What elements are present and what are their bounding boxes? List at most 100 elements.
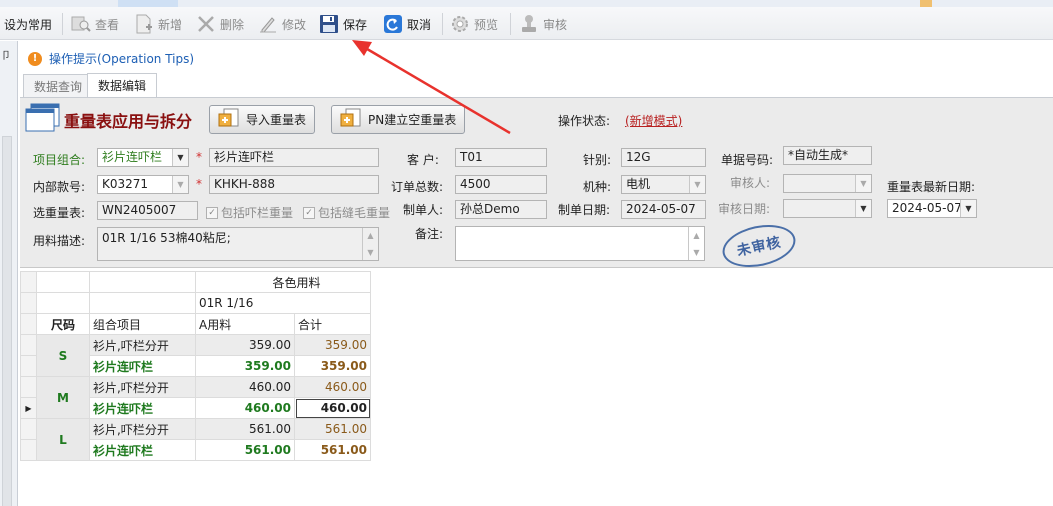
item-cell[interactable]: 衫片连吓栏	[89, 355, 196, 377]
maker-value: 孙总Demo	[460, 202, 520, 216]
item-cell[interactable]: 衫片,吓栏分开	[89, 334, 196, 356]
material-header: 01R 1/16	[195, 292, 371, 314]
grid-header-blank	[36, 292, 90, 314]
a-material-cell[interactable]: 359.00	[195, 355, 295, 377]
row-selector[interactable]	[20, 355, 37, 377]
machine-value: 电机	[626, 177, 651, 191]
a-material-cell[interactable]: 460.00	[195, 397, 295, 419]
view-icon	[70, 13, 92, 35]
pencil-icon	[257, 13, 279, 35]
group-header: 各色用料	[195, 271, 371, 293]
table-row[interactable]: S 衫片,吓栏分开 359.00 359.00	[20, 334, 371, 377]
active-window-tab[interactable]	[118, 0, 178, 7]
reviewer-label: 审核人:	[730, 176, 771, 190]
preview-button[interactable]: 预览	[449, 12, 498, 36]
internal-style-select[interactable]: K03271 ▼	[97, 175, 189, 194]
tab-data-edit[interactable]: 数据编辑	[87, 73, 158, 97]
total-cell[interactable]: 561.00	[294, 418, 371, 440]
chevron-down-icon[interactable]: ▼	[960, 200, 976, 217]
item-cell[interactable]: 衫片,吓栏分开	[89, 376, 196, 398]
row-selector[interactable]	[20, 334, 37, 356]
new-button[interactable]: 新增	[133, 12, 182, 36]
size-cell[interactable]: L	[36, 418, 90, 461]
include-seam-weight-checkbox[interactable]: ✓ 包括缝毛重量	[303, 204, 390, 221]
total-cell-focused[interactable]: 460.00	[294, 397, 371, 419]
status-value[interactable]: (新增模式)	[625, 112, 682, 129]
save-button[interactable]: 保存	[318, 12, 367, 36]
customer-field[interactable]: T01	[455, 148, 547, 167]
doc-no-field[interactable]: *自动生成*	[783, 146, 872, 165]
size-cell[interactable]: M	[36, 376, 90, 419]
a-material-cell[interactable]: 359.00	[195, 334, 295, 356]
undo-arrow-icon	[382, 13, 404, 35]
reviewer-select[interactable]: ▼	[783, 174, 872, 193]
needle-field[interactable]: 12G	[621, 148, 706, 167]
edit-button[interactable]: 修改	[257, 12, 306, 36]
row-selector[interactable]	[20, 439, 37, 461]
make-date-field[interactable]: 2024-05-07	[621, 200, 706, 219]
tab-data-query[interactable]: 数据查询	[23, 74, 94, 97]
combo-select[interactable]: 衫片连吓栏 ▼	[97, 148, 189, 167]
chevron-down-icon[interactable]: ▼	[172, 149, 188, 166]
needle-value: 12G	[626, 150, 651, 164]
total-cell[interactable]: 460.00	[294, 376, 371, 398]
internal-style-text-field[interactable]: KHKH-888	[209, 175, 379, 194]
select-weight-table-field[interactable]: WN2405007	[97, 201, 198, 220]
select-weight-table-value: WN2405007	[102, 203, 177, 217]
row-selector[interactable]	[20, 418, 37, 440]
table-row[interactable]: L 衫片,吓栏分开 561.00 561.00	[20, 418, 371, 461]
a-material-cell[interactable]: 561.00	[195, 439, 295, 461]
preview-gear-icon	[449, 13, 471, 35]
operation-tips[interactable]: ! 操作提示(Operation Tips)	[28, 50, 194, 67]
col-size-header[interactable]: 尺码	[36, 313, 90, 335]
item-cell[interactable]: 衫片,吓栏分开	[89, 418, 196, 440]
total-cell[interactable]: 561.00	[294, 439, 371, 461]
size-cell[interactable]: S	[36, 334, 90, 377]
a-material-cell[interactable]: 561.00	[195, 418, 295, 440]
col-item-header[interactable]: 组合项目	[89, 313, 196, 335]
material-desc-field[interactable]: 01R 1/16 53棉40粘尼; ▲ ▼	[97, 227, 379, 261]
left-scrollbar[interactable]	[2, 136, 12, 506]
internal-style-text-value: KHKH-888	[214, 177, 276, 191]
combo-select-value: 衫片连吓栏	[102, 150, 163, 164]
combo-text-field[interactable]: 衫片连吓栏	[209, 148, 379, 167]
chevron-down-icon[interactable]: ▼	[855, 200, 871, 217]
a-material-cell[interactable]: 460.00	[195, 376, 295, 398]
cancel-button[interactable]: 取消	[382, 12, 431, 36]
table-row[interactable]: M 衫片,吓栏分开 460.00 460.00	[20, 376, 371, 419]
review-button[interactable]: 审核	[518, 12, 567, 36]
col-total-header[interactable]: 合计	[294, 313, 371, 335]
pin-icon[interactable]: 卩	[1, 47, 11, 62]
review-date-select[interactable]: ▼	[783, 199, 872, 218]
chevron-down-icon[interactable]: ▼	[172, 176, 188, 193]
view-button[interactable]: 查看	[70, 12, 119, 36]
weight-grid: 各色用料 01R 1/16 尺码 组合项目 A用料 合计 S 衫片,吓栏分开 3…	[20, 271, 371, 461]
order-total-field[interactable]: 4500	[455, 175, 547, 194]
include-bar-weight-checkbox[interactable]: ✓ 包括吓栏重量	[206, 204, 293, 221]
col-a-header[interactable]: A用料	[195, 313, 295, 335]
maker-field[interactable]: 孙总Demo	[455, 200, 547, 219]
scroll-arrows-icon[interactable]: ▲ ▼	[362, 228, 378, 260]
chevron-down-icon[interactable]: ▼	[689, 176, 705, 193]
window-tab-marker[interactable]	[920, 0, 932, 7]
set-common-button[interactable]: 设为常用	[4, 12, 52, 36]
delete-label: 删除	[220, 17, 245, 32]
machine-select[interactable]: 电机 ▼	[621, 175, 706, 194]
scroll-arrows-icon[interactable]: ▲ ▼	[688, 227, 704, 260]
latest-date-select[interactable]: 2024-05-07 ▼	[887, 199, 977, 218]
remark-textarea[interactable]: ▲ ▼	[455, 226, 705, 261]
material-header-label: 01R 1/16	[199, 296, 254, 310]
doc-no-label: 单据号码:	[721, 153, 774, 167]
maker-label: 制单人:	[403, 203, 444, 217]
item-cell[interactable]: 衫片连吓栏	[89, 439, 196, 461]
pn-create-empty-table-button[interactable]: PN建立空重量表	[331, 105, 466, 134]
set-common-label: 设为常用	[4, 17, 53, 32]
import-weight-table-button[interactable]: 导入重量表	[209, 105, 316, 134]
item-cell[interactable]: 衫片连吓栏	[89, 397, 196, 419]
delete-button[interactable]: 删除	[195, 12, 244, 36]
current-row-indicator-icon[interactable]: ▶	[20, 397, 37, 419]
total-cell[interactable]: 359.00	[294, 355, 371, 377]
chevron-down-icon[interactable]: ▼	[855, 175, 871, 192]
row-selector[interactable]	[20, 376, 37, 398]
total-cell[interactable]: 359.00	[294, 334, 371, 356]
